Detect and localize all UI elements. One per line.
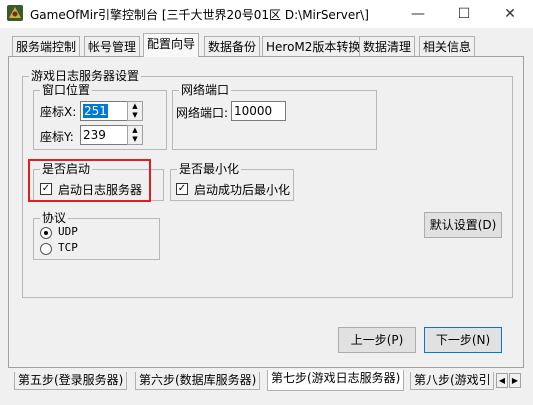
y-coord-input[interactable]: 239 xyxy=(80,125,128,145)
network-port-label: 网络端口: xyxy=(176,106,229,120)
tab-scroll-right-icon[interactable]: ▶ xyxy=(509,373,521,388)
group-title: 协议 xyxy=(40,210,69,226)
x-coord-input[interactable]: 251 xyxy=(80,101,128,121)
protocol-tcp-label[interactable]: TCP xyxy=(58,241,78,254)
group-title: 是否最小化 xyxy=(177,161,242,177)
window-title: GameOfMir引擎控制台 [三千大世界20号01区 D:\MirServer… xyxy=(30,8,369,22)
tab-step7-log-server[interactable]: 第七步(游戏日志服务器) xyxy=(267,370,405,391)
tab-scroll-left-icon[interactable]: ◀ xyxy=(496,373,508,388)
x-coord-value: 251 xyxy=(83,104,108,118)
tab-herom2-convert[interactable]: HeroM2版本转换 xyxy=(262,36,365,56)
prev-step-button[interactable]: 上一步(P) xyxy=(338,327,416,353)
tab-step6-db-server[interactable]: 第六步(数据库服务器) xyxy=(135,372,261,390)
group-title: 窗口位置 xyxy=(40,82,93,98)
close-button[interactable]: ✕ xyxy=(487,0,533,28)
spin-down-icon[interactable]: ▼ xyxy=(128,135,142,144)
tab-related-info[interactable]: 相关信息 xyxy=(419,36,476,56)
tab-data-backup[interactable]: 数据备份 xyxy=(204,36,261,56)
y-coord-label: 座标Y: xyxy=(40,130,74,144)
minimize-after-start-label[interactable]: 启动成功后最小化 xyxy=(194,181,290,198)
spin-up-icon[interactable]: ▲ xyxy=(128,102,142,111)
protocol-udp-label[interactable]: UDP xyxy=(58,225,78,238)
protocol-udp-radio[interactable] xyxy=(40,227,52,239)
tab-account-management[interactable]: 帐号管理 xyxy=(84,36,141,56)
tab-step8-game-engine[interactable]: 第八步(游戏引 xyxy=(410,372,494,390)
y-coord-spinner[interactable]: ▲ ▼ xyxy=(127,125,143,145)
title-bar: GameOfMir引擎控制台 [三千大世界20号01区 D:\MirServer… xyxy=(0,0,533,28)
tab-server-control[interactable]: 服务端控制 xyxy=(12,36,81,56)
highlight-box xyxy=(28,159,151,202)
spin-up-icon[interactable]: ▲ xyxy=(128,126,142,135)
group-title: 网络端口 xyxy=(179,82,232,98)
minimize-button[interactable]: — xyxy=(395,0,441,28)
default-settings-button[interactable]: 默认设置(D) xyxy=(424,212,502,238)
tab-step5-login-server[interactable]: 第五步(登录服务器) xyxy=(14,372,128,390)
next-step-button[interactable]: 下一步(N) xyxy=(424,327,502,353)
maximize-button[interactable]: ☐ xyxy=(441,0,487,28)
spin-down-icon[interactable]: ▼ xyxy=(128,111,142,120)
tab-config-wizard[interactable]: 配置向导 xyxy=(143,33,200,57)
app-icon xyxy=(7,5,23,21)
x-coord-label: 座标X: xyxy=(40,105,77,119)
x-coord-spinner[interactable]: ▲ ▼ xyxy=(127,101,143,121)
tab-data-cleanup[interactable]: 数据清理 xyxy=(359,36,416,56)
protocol-group: 协议 xyxy=(33,210,160,260)
protocol-tcp-radio[interactable] xyxy=(40,243,52,255)
network-port-input[interactable]: 10000 xyxy=(231,101,286,121)
minimize-after-start-checkbox[interactable]: ✓ xyxy=(176,183,188,195)
